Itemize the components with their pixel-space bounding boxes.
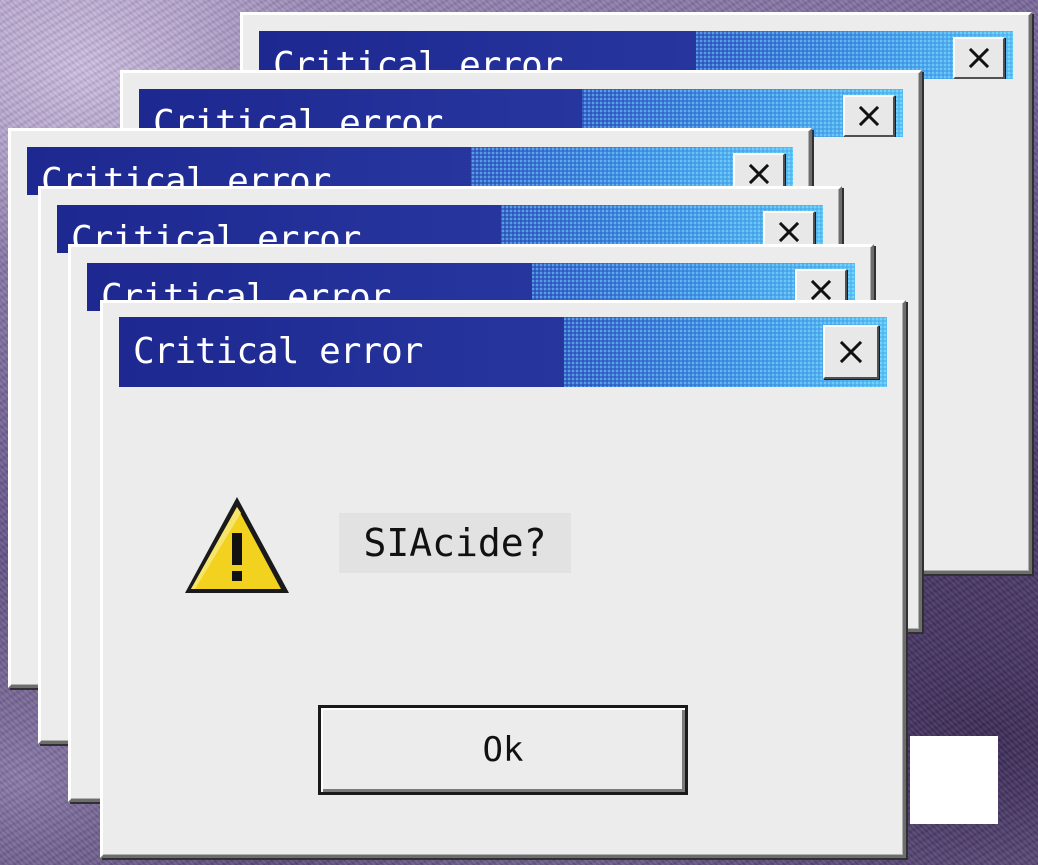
close-button[interactable]	[823, 325, 879, 379]
window-title: Critical error	[133, 331, 423, 372]
close-x-icon	[810, 279, 832, 301]
close-x-icon	[858, 105, 880, 127]
close-x-icon	[748, 163, 770, 185]
warning-triangle-icon	[185, 497, 289, 593]
close-button[interactable]	[843, 95, 895, 137]
white-square	[910, 736, 998, 824]
ok-button-label: Ok	[482, 730, 524, 770]
close-x-icon	[968, 47, 990, 69]
critical-error-dialog: Critical error SIAcide? Ok	[100, 300, 906, 858]
title-bar: Critical error	[119, 317, 887, 387]
ok-button[interactable]: Ok	[318, 705, 688, 795]
close-x-icon	[778, 221, 800, 243]
error-message: SIAcide?	[363, 521, 547, 565]
close-button[interactable]	[953, 37, 1005, 79]
close-x-icon	[839, 340, 863, 364]
message-area: SIAcide?	[339, 513, 571, 573]
